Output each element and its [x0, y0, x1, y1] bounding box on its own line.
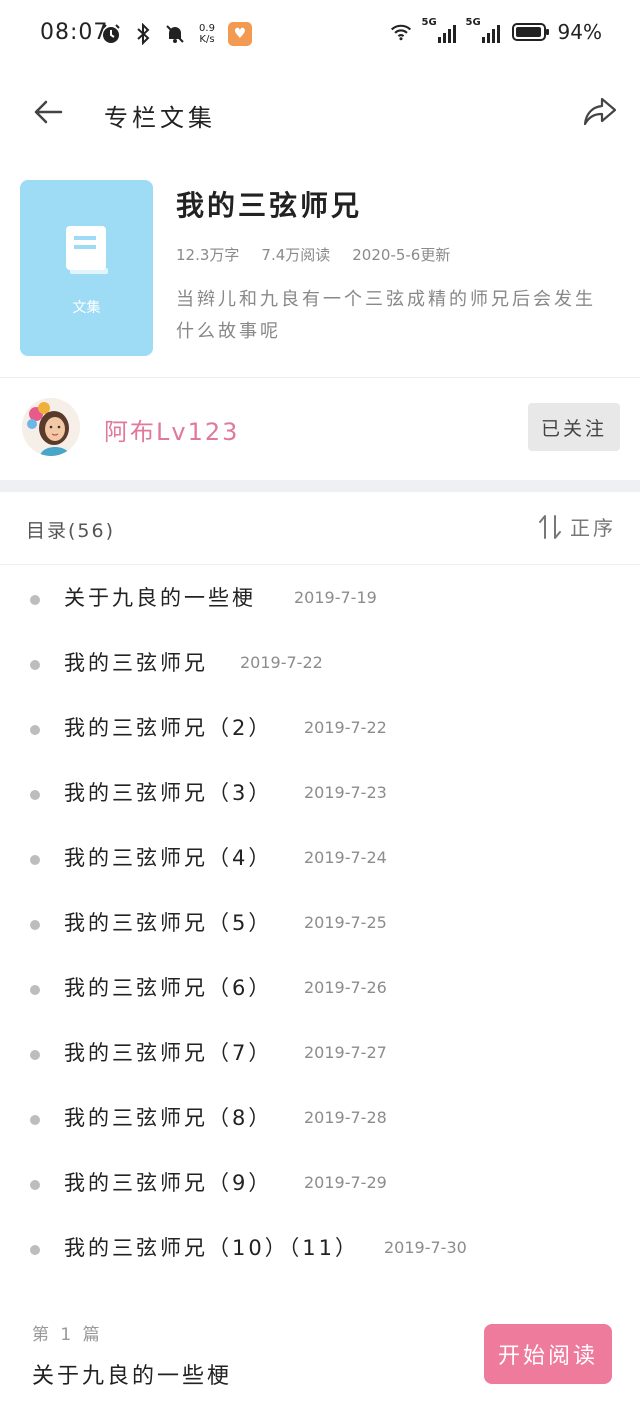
- avatar[interactable]: [22, 398, 80, 456]
- bullet-dot: [30, 790, 40, 800]
- chapter-date: 2019-7-28: [304, 1108, 387, 1127]
- bullet-dot: [30, 985, 40, 995]
- toc-header: 目录(56) 正序: [0, 492, 640, 565]
- net-speed-unit: K/s: [199, 34, 215, 45]
- chapter-date: 2019-7-27: [304, 1043, 387, 1062]
- chapter-date: 2019-7-30: [384, 1238, 467, 1257]
- signal-2-label: 5G: [465, 17, 481, 28]
- status-bar: 08:07 0.9 K/s ♥ 5G 5G 94%: [0, 0, 640, 72]
- sort-icon: [539, 514, 561, 539]
- chapter-title: 我的三弦师兄（4）: [64, 846, 273, 870]
- chapter-title: 我的三弦师兄（2）: [64, 716, 273, 740]
- chapter-title: 我的三弦师兄（6）: [64, 976, 273, 1000]
- chapter-title: 我的三弦师兄（3）: [64, 781, 273, 805]
- net-speed-value: 0.9: [199, 23, 215, 34]
- status-time: 08:07: [40, 20, 109, 45]
- mute-bell-icon: [164, 23, 186, 45]
- author-name[interactable]: 阿布Lv123: [104, 412, 239, 447]
- author-row[interactable]: 阿布Lv123 已关注: [0, 378, 640, 480]
- share-icon: [583, 97, 617, 126]
- current-chapter-title: 关于九良的一些梗: [32, 1364, 233, 1389]
- back-button[interactable]: [28, 92, 68, 132]
- signal-1-label: 5G: [421, 17, 437, 28]
- bullet-dot: [30, 920, 40, 930]
- toc-title: 目录(56): [26, 520, 116, 542]
- chapter-date: 2019-7-24: [304, 848, 387, 867]
- chapter-title: 我的三弦师兄（7）: [64, 1041, 273, 1065]
- sort-button[interactable]: 正序: [538, 512, 616, 541]
- status-icons-left: 0.9 K/s ♥: [100, 22, 252, 46]
- start-reading-button[interactable]: 开始阅读: [484, 1324, 612, 1384]
- battery-level: 94%: [557, 20, 602, 44]
- word-count: 12.3万字: [176, 246, 240, 264]
- read-count: 7.4万阅读: [261, 246, 331, 264]
- chapter-title: 我的三弦师兄（9）: [64, 1171, 273, 1195]
- chapter-date: 2019-7-22: [304, 718, 387, 737]
- chapter-date: 2019-7-26: [304, 978, 387, 997]
- chapter-title: 关于九良的一些梗: [64, 586, 256, 610]
- chapter-title: 我的三弦师兄（10）（11）: [64, 1236, 359, 1260]
- bluetooth-icon: [132, 23, 154, 45]
- sort-label: 正序: [570, 516, 616, 540]
- share-button[interactable]: [580, 92, 620, 132]
- chapter-title: 我的三弦师兄（8）: [64, 1106, 273, 1130]
- chapter-list: 关于九良的一些梗 2019-7-19 我的三弦师兄 2019-7-22 我的三弦…: [0, 566, 640, 1281]
- bullet-dot: [30, 595, 40, 605]
- chapter-item[interactable]: 我的三弦师兄 2019-7-22: [0, 631, 640, 696]
- chapter-item[interactable]: 我的三弦师兄（10）（11） 2019-7-30: [0, 1216, 640, 1281]
- chapter-title: 我的三弦师兄: [64, 651, 208, 675]
- chapter-date: 2019-7-19: [294, 588, 377, 607]
- collection-description: 当辫儿和九良有一个三弦成精的师兄后会发生什么故事呢: [176, 289, 596, 342]
- net-speed: 0.9 K/s: [196, 23, 218, 45]
- collection-meta: 12.3万字 7.4万阅读 2020-5-6更新: [176, 244, 450, 265]
- chapter-item[interactable]: 我的三弦师兄（8） 2019-7-28: [0, 1086, 640, 1151]
- alarm-icon: [100, 23, 122, 45]
- update-date: 2020-5-6更新: [352, 246, 451, 264]
- collection-info: 文集 我的三弦师兄 12.3万字 7.4万阅读 2020-5-6更新 当辫儿和九…: [0, 170, 640, 376]
- cover-label: 文集: [72, 300, 101, 316]
- bullet-dot: [30, 1050, 40, 1060]
- follow-button[interactable]: 已关注: [528, 403, 620, 451]
- collection-title: 我的三弦师兄: [176, 189, 363, 222]
- chapter-item[interactable]: 关于九良的一些梗 2019-7-19: [0, 566, 640, 631]
- signal-icon: 5G: [422, 17, 456, 43]
- chapter-date: 2019-7-25: [304, 913, 387, 932]
- chapter-item[interactable]: 我的三弦师兄（3） 2019-7-23: [0, 761, 640, 826]
- current-chapter-number: 第 1 篇: [32, 1325, 103, 1345]
- chapter-date: 2019-7-22: [240, 653, 323, 672]
- bullet-dot: [30, 1115, 40, 1125]
- app-notification-icon: ♥: [228, 22, 252, 46]
- wifi-icon: [390, 21, 412, 43]
- book-icon: [66, 226, 108, 274]
- status-icons-right: 5G 5G 94%: [390, 17, 602, 44]
- chapter-item[interactable]: 我的三弦师兄（9） 2019-7-29: [0, 1151, 640, 1216]
- chapter-title: 我的三弦师兄（5）: [64, 911, 273, 935]
- chapter-item[interactable]: 我的三弦师兄（4） 2019-7-24: [0, 826, 640, 891]
- arrow-left-icon: [34, 100, 63, 124]
- chapter-item[interactable]: 我的三弦师兄（7） 2019-7-27: [0, 1021, 640, 1086]
- bottom-bar: 第 1 篇 关于九良的一些梗 开始阅读: [0, 1300, 640, 1412]
- nav-bar: 专栏文集: [0, 72, 640, 152]
- chapter-date: 2019-7-29: [304, 1173, 387, 1192]
- bullet-dot: [30, 1245, 40, 1255]
- bullet-dot: [30, 855, 40, 865]
- chapter-item[interactable]: 我的三弦师兄（6） 2019-7-26: [0, 956, 640, 1021]
- bullet-dot: [30, 660, 40, 670]
- bullet-dot: [30, 725, 40, 735]
- collection-cover: 文集: [20, 180, 153, 356]
- battery-icon: [511, 23, 549, 41]
- page-title: 专栏文集: [104, 104, 216, 132]
- chapter-item[interactable]: 我的三弦师兄（5） 2019-7-25: [0, 891, 640, 956]
- chapter-date: 2019-7-23: [304, 783, 387, 802]
- section-divider: [0, 480, 640, 492]
- chapter-item[interactable]: 我的三弦师兄（2） 2019-7-22: [0, 696, 640, 761]
- bullet-dot: [30, 1180, 40, 1190]
- signal-icon-2: 5G: [466, 17, 500, 43]
